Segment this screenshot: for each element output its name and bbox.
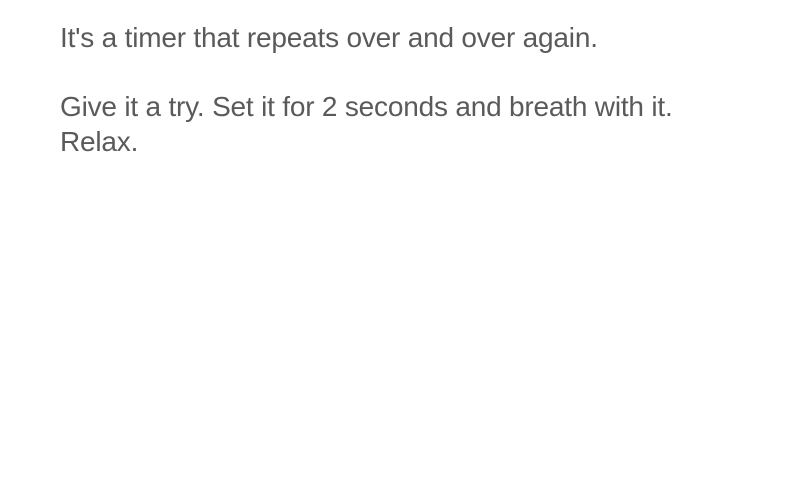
text-content: It's a timer that repeats over and over … xyxy=(0,0,800,159)
paragraph-1: It's a timer that repeats over and over … xyxy=(60,20,740,55)
paragraph-2: Give it a try. Set it for 2 seconds and … xyxy=(60,89,740,159)
